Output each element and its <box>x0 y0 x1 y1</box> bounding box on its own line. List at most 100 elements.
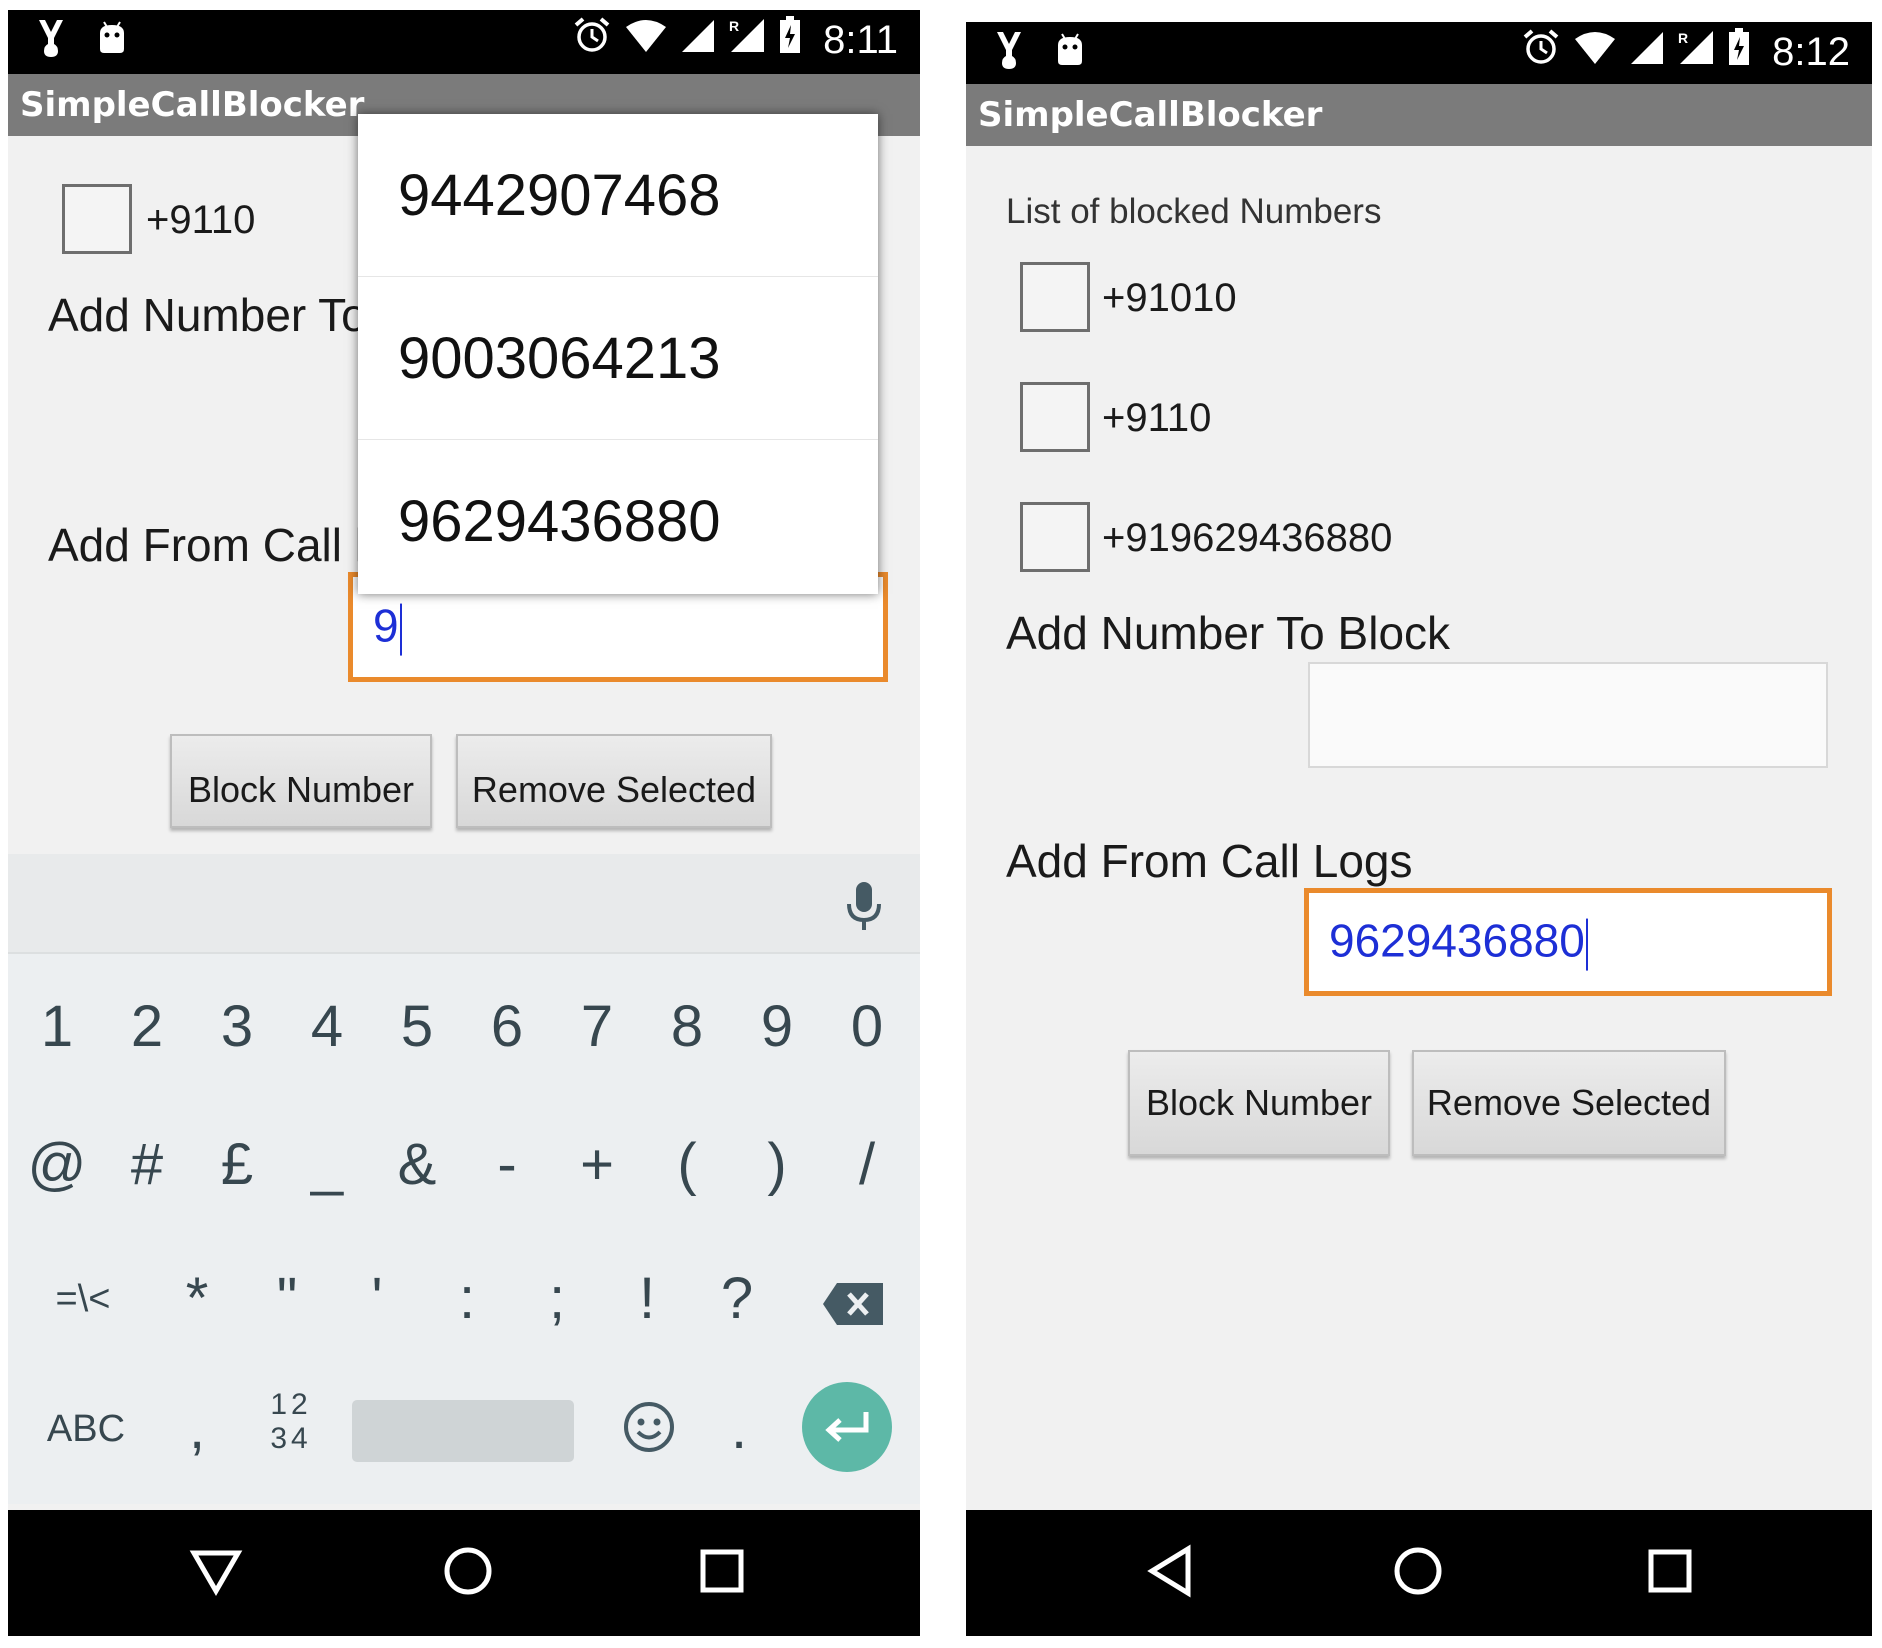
blocked-list-label: List of blocked Numbers <box>1006 192 1382 231</box>
suggestion-strip <box>8 854 920 954</box>
key[interactable]: ? <box>692 1244 782 1354</box>
recents-icon[interactable] <box>694 1543 754 1603</box>
remove-selected-button[interactable]: Remove Selected <box>1412 1050 1726 1156</box>
back-icon[interactable] <box>1142 1543 1202 1603</box>
back-icon[interactable] <box>188 1543 248 1603</box>
suggestion-item[interactable]: 9442907468 <box>358 114 878 277</box>
navigation-bar <box>8 1510 920 1636</box>
mic-icon[interactable] <box>846 880 882 932</box>
navigation-bar <box>966 1510 1872 1636</box>
key[interactable]: - <box>462 1110 552 1220</box>
blocked-number-label: +91010 <box>1102 276 1237 320</box>
status-bar: R 8:12 <box>966 22 1872 84</box>
call-log-input-value: 9 <box>373 599 399 652</box>
soft-keyboard: 1 2 3 4 5 6 7 8 9 0 @ # £ _ & - + ( ) / … <box>8 854 920 1504</box>
keyboard-row-bottom: ABC , 12 34 . <box>8 1374 920 1494</box>
blocked-number-checkbox[interactable] <box>62 184 132 254</box>
key[interactable]: / <box>822 1110 912 1220</box>
call-log-input[interactable]: 9629436880 <box>1304 888 1832 996</box>
key[interactable]: 1 <box>12 972 102 1082</box>
key[interactable]: ; <box>512 1244 602 1354</box>
app-title: SimpleCallBlocker <box>966 84 1872 146</box>
key[interactable]: " <box>242 1244 332 1354</box>
key[interactable]: ! <box>602 1244 692 1354</box>
key[interactable]: 4 <box>282 972 372 1082</box>
key[interactable]: ' <box>332 1244 422 1354</box>
battery-icon <box>1728 28 1750 76</box>
key[interactable]: @ <box>12 1110 102 1220</box>
key[interactable]: # <box>102 1110 192 1220</box>
key[interactable]: 0 <box>822 972 912 1082</box>
key[interactable]: £ <box>192 1110 282 1220</box>
key[interactable]: 9 <box>732 972 822 1082</box>
recents-icon[interactable] <box>1642 1543 1702 1603</box>
blocked-number-label: +9110 <box>1102 396 1212 440</box>
wifi-icon <box>625 18 667 63</box>
cell-signal-icon <box>681 18 715 63</box>
roaming-signal-icon: R <box>729 17 765 63</box>
key[interactable]: 5 <box>372 972 462 1082</box>
enter-key[interactable] <box>802 1382 892 1472</box>
remove-selected-button[interactable]: Remove Selected <box>456 734 772 828</box>
numpad-key-bottom: 34 <box>270 1422 312 1455</box>
usb-debug-icon <box>36 18 66 63</box>
key[interactable]: 3 <box>192 972 282 1082</box>
svg-text:R: R <box>1678 30 1688 46</box>
alarm-icon <box>1522 28 1560 76</box>
abc-key[interactable]: ABC <box>36 1374 136 1484</box>
cell-signal-icon <box>1630 30 1664 75</box>
status-bar: R 8:11 <box>8 10 920 74</box>
block-number-button[interactable]: Block Number <box>170 734 432 828</box>
battery-icon <box>779 16 801 64</box>
key-more-symbols[interactable]: =\< <box>38 1244 128 1354</box>
block-number-button[interactable]: Block Number <box>1128 1050 1390 1156</box>
numpad-key[interactable]: 12 34 <box>246 1374 336 1484</box>
blocked-number-checkbox[interactable] <box>1020 502 1090 572</box>
add-number-label: Add Number To Block <box>1006 607 1451 659</box>
backspace-icon[interactable] <box>808 1244 898 1354</box>
key[interactable]: 6 <box>462 972 552 1082</box>
key[interactable]: ) <box>732 1110 822 1220</box>
numpad-key-top: 12 <box>270 1388 312 1421</box>
key[interactable]: : <box>422 1244 512 1354</box>
svg-text:R: R <box>729 18 739 34</box>
key[interactable]: * <box>152 1244 242 1354</box>
blocked-number-checkbox[interactable] <box>1020 262 1090 332</box>
blocked-number-checkbox[interactable] <box>1020 382 1090 452</box>
blocked-number-label: +919629436880 <box>1102 516 1393 560</box>
keyboard-row-symbols: @ # £ _ & - + ( ) / <box>8 1110 920 1230</box>
key[interactable]: 7 <box>552 972 642 1082</box>
alarm-icon <box>573 16 611 64</box>
phone-screen-left: R 8:11 SimpleCallBlocker +9110 Add Numbe… <box>8 10 920 1636</box>
status-time: 8:12 <box>1772 29 1850 74</box>
add-number-input[interactable] <box>1308 662 1828 768</box>
emoji-icon[interactable] <box>604 1374 694 1484</box>
period-key[interactable]: . <box>694 1374 784 1484</box>
android-icon <box>96 21 128 60</box>
key[interactable]: 2 <box>102 972 192 1082</box>
suggestion-item[interactable]: 9003064213 <box>358 277 878 440</box>
wifi-icon <box>1574 30 1616 75</box>
key[interactable]: _ <box>282 1110 372 1220</box>
home-icon[interactable] <box>440 1543 500 1603</box>
phone-screen-right: R 8:12 SimpleCallBlocker List of blocked… <box>966 22 1872 1636</box>
status-time: 8:11 <box>823 17 898 62</box>
comma-key[interactable]: , <box>152 1374 242 1484</box>
suggestion-item[interactable]: 9629436880 <box>358 440 878 594</box>
enter-icon <box>824 1410 870 1449</box>
space-key[interactable] <box>352 1400 574 1462</box>
android-icon <box>1054 33 1086 72</box>
blocked-number-label: +9110 <box>146 198 256 242</box>
roaming-signal-icon: R <box>1678 29 1714 75</box>
key[interactable]: 8 <box>642 972 732 1082</box>
key[interactable]: ( <box>642 1110 732 1220</box>
add-from-call-logs-label: Add From Call Logs <box>1006 835 1413 887</box>
key[interactable]: & <box>372 1110 462 1220</box>
add-number-label: Add Number To <box>48 289 367 341</box>
keyboard-row-punct: =\< * " ' : ; ! ? <box>8 1244 920 1364</box>
keyboard-row-digits: 1 2 3 4 5 6 7 8 9 0 <box>8 972 920 1092</box>
key[interactable]: + <box>552 1110 642 1220</box>
home-icon[interactable] <box>1390 1543 1450 1603</box>
add-from-call-logs-label: Add From Call l <box>48 519 365 571</box>
text-cursor <box>1585 918 1588 971</box>
